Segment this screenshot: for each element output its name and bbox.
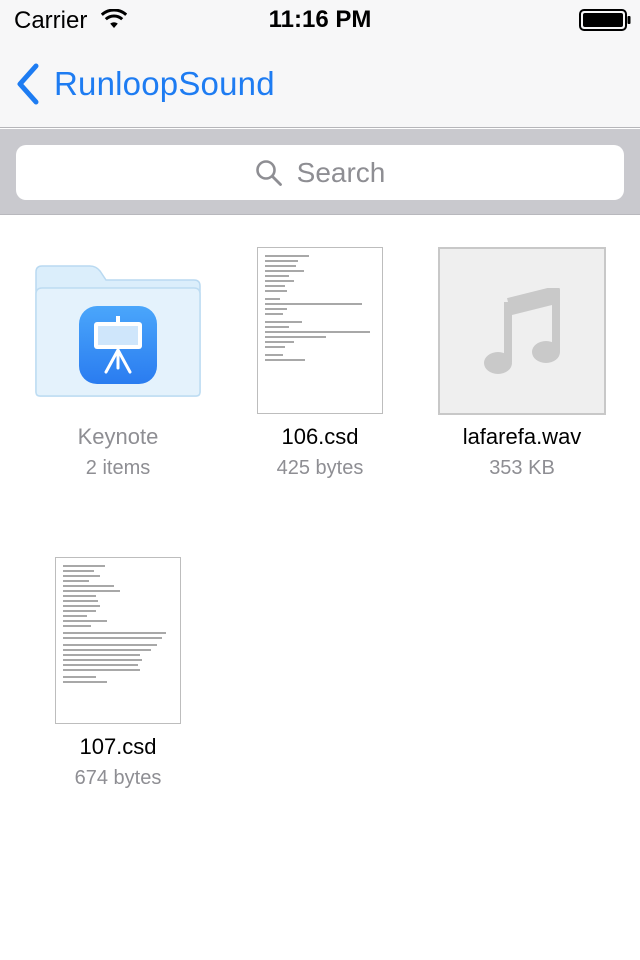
search-icon: [255, 159, 282, 186]
back-button-label: RunloopSound: [54, 65, 275, 102]
search-input[interactable]: Search: [16, 145, 624, 200]
status-time: 11:16 PM: [268, 6, 372, 33]
item-name: Keynote: [77, 424, 159, 449]
item-meta: 674 bytes: [74, 767, 162, 789]
document-thumbnail: [257, 247, 383, 414]
battery-icon: [579, 9, 631, 31]
item-name: 106.csd: [281, 424, 359, 449]
item-meta: 353 KB: [489, 457, 555, 479]
keynote-app-icon: [79, 306, 157, 384]
item-meta: 425 bytes: [276, 457, 364, 479]
item-meta: 2 items: [85, 457, 151, 479]
folder-icon: [35, 265, 201, 397]
document-thumbnail: [55, 557, 181, 724]
search-bar: Search: [0, 129, 640, 215]
item-name: lafarefa.wav: [462, 424, 582, 449]
file-grid: Keynote 2 items 106.csd 425 bytes lafare…: [0, 216, 640, 960]
search-placeholder: Search: [296, 156, 386, 188]
chevron-left-icon: [17, 63, 39, 105]
item-name: 107.csd: [79, 734, 157, 759]
audio-thumbnail: [438, 247, 606, 415]
back-button[interactable]: RunloopSound: [14, 62, 275, 106]
music-note-icon: [484, 288, 560, 374]
navigation-bar: RunloopSound: [0, 40, 640, 128]
status-bar: Carrier 11:16 PM: [0, 0, 640, 40]
